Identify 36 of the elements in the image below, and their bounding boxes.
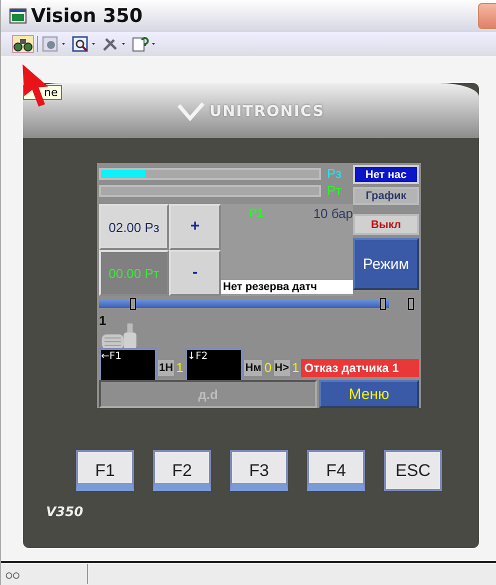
slider-handle[interactable]: [130, 298, 136, 310]
brand-logo: UNITRONICS: [209, 102, 325, 120]
hardware-key[interactable]: F4: [307, 450, 365, 491]
status-item: 1: [175, 360, 184, 376]
binoculars-icon[interactable]: [13, 36, 33, 52]
adjust-button[interactable]: +: [169, 204, 221, 250]
series-label: P1: [249, 206, 264, 221]
pump-number: 1: [99, 313, 106, 328]
screen-button[interactable]: Нет нас: [353, 165, 419, 184]
menu-button[interactable]: Меню: [319, 380, 419, 408]
hardware-key[interactable]: F2: [153, 450, 211, 491]
scale-label: 10 бар: [313, 206, 353, 221]
window-title: Vision 350: [31, 5, 143, 27]
status-item: 1Н: [158, 360, 174, 376]
hardware-key[interactable]: F1: [76, 450, 134, 491]
bar-label: Pз: [327, 166, 342, 181]
status-item: Отказ датчика 1: [301, 359, 419, 377]
zoom-window-dropdown-icon[interactable]: [72, 36, 98, 52]
status-item: 0: [263, 360, 273, 376]
status-item: Н>: [274, 360, 290, 376]
screen-button[interactable]: Выкл: [353, 214, 419, 235]
hardware-key[interactable]: ESC: [384, 450, 442, 491]
status-item: 1: [291, 360, 300, 376]
screen-button[interactable]: Режим: [353, 238, 419, 290]
message-label: Нет резерва датч: [221, 280, 353, 294]
bar-label: Рт: [327, 183, 342, 198]
model-label: V350: [46, 505, 84, 520]
status-item: Нм: [244, 360, 262, 376]
document-help-dropdown-icon[interactable]: [132, 36, 158, 52]
setpoint-button[interactable]: 02.00 Pз: [99, 204, 169, 250]
adjust-button[interactable]: -: [169, 250, 221, 296]
screen-button[interactable]: График: [353, 187, 419, 205]
app-icon: [9, 8, 27, 24]
hardware-key[interactable]: F3: [230, 450, 288, 491]
logo-icon: [177, 100, 206, 120]
slider-handle[interactable]: [408, 298, 414, 310]
